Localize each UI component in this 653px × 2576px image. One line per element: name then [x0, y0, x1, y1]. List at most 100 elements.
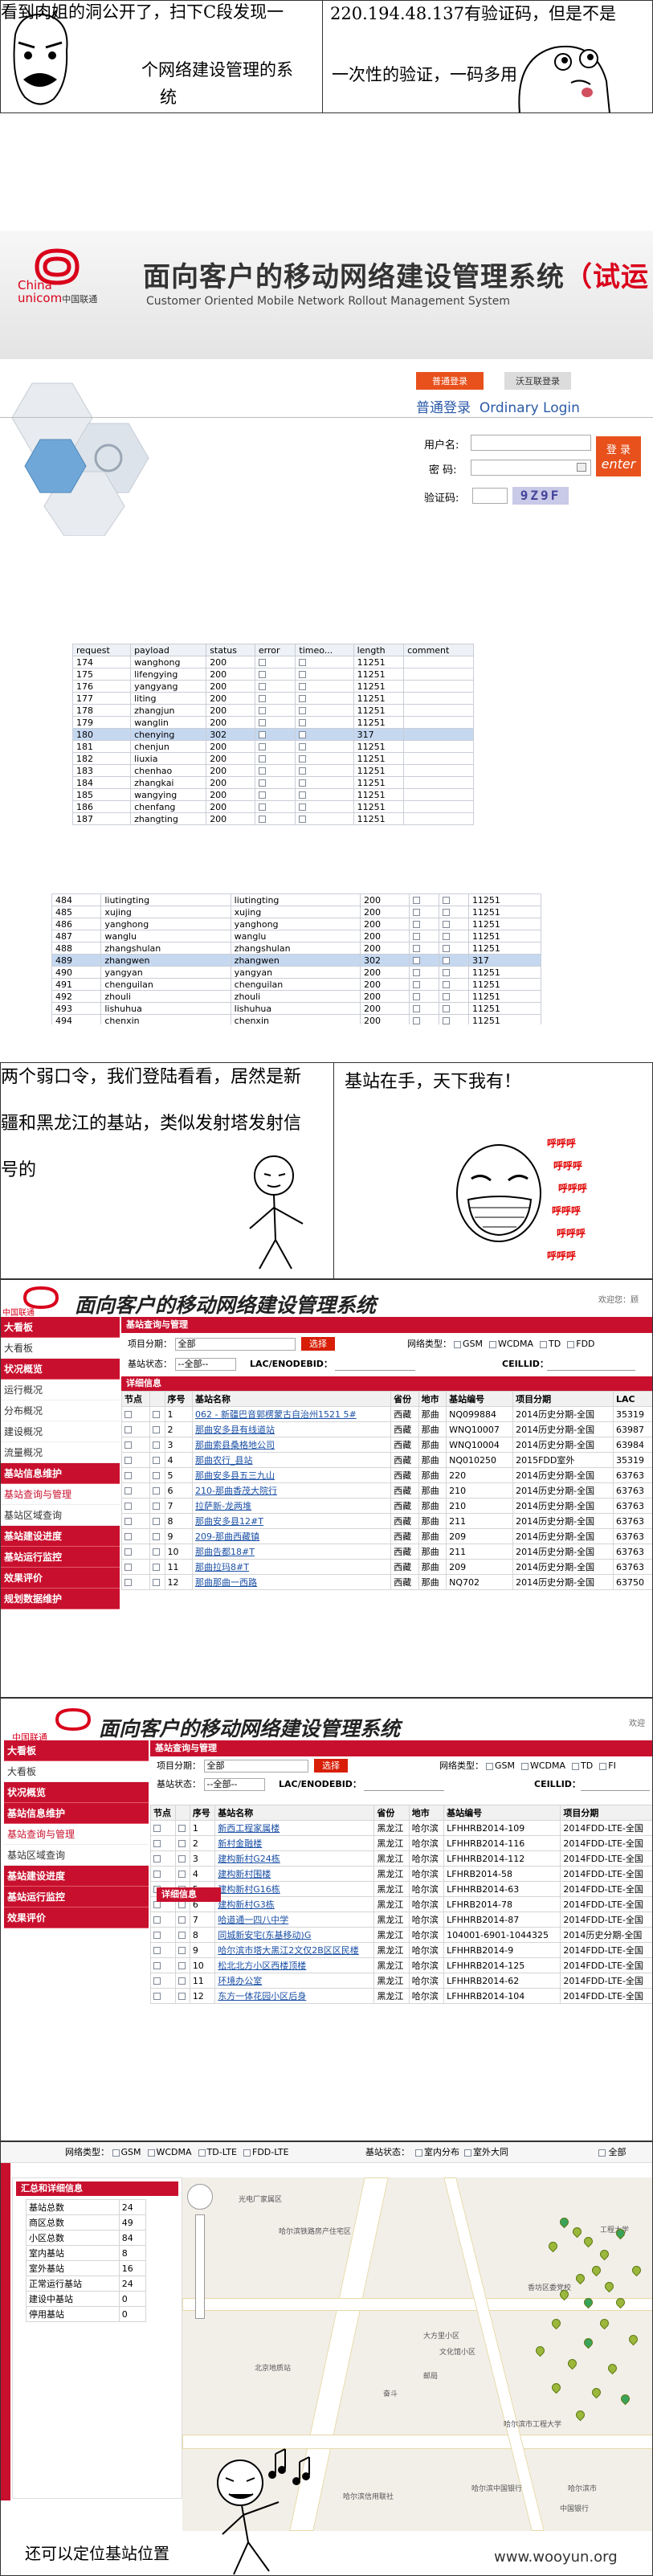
row-checkbox-cell[interactable]	[175, 1866, 190, 1882]
base-station-pin-icon[interactable]	[626, 2333, 640, 2346]
result-checkbox[interactable]	[443, 933, 451, 940]
table-row[interactable]: 181 chenjun 200 11251	[71, 740, 474, 753]
table-row[interactable]: 3 那曲索县桑格地公司 西藏 那曲 WNQ10004 2014历史分期-全国 63984	[121, 1437, 652, 1453]
result-checkbox[interactable]	[299, 719, 307, 726]
result-checkbox[interactable]	[443, 993, 451, 1000]
result-checkbox[interactable]	[299, 671, 307, 678]
expand-node[interactable]	[149, 1835, 177, 1851]
table-cell[interactable]: 新西工程家属楼	[214, 1820, 375, 1836]
tab-normal-login[interactable]: 普通登录	[416, 372, 484, 390]
sys1-select-button[interactable]: 选择	[301, 1337, 335, 1351]
sidebar-item[interactable]: 基站区域查询	[4, 1845, 149, 1866]
base-station-pin-icon[interactable]	[549, 2316, 563, 2330]
result-checkbox[interactable]	[413, 993, 421, 1000]
table-cell[interactable]: 同城新安宅(东基移动)G	[214, 1927, 375, 1943]
result-checkbox[interactable]	[413, 1005, 421, 1012]
result-checkbox[interactable]	[413, 957, 421, 964]
net-type-checkbox[interactable]	[243, 2149, 251, 2157]
row-checkbox-cell[interactable]	[175, 1957, 190, 1973]
base-station-pin-icon[interactable]	[565, 2357, 579, 2370]
result-checkbox[interactable]	[258, 707, 266, 714]
sidebar-item[interactable]: 大看板	[4, 1740, 149, 1761]
sidebar-item[interactable]: 流量概况	[1, 1442, 120, 1463]
result-checkbox[interactable]	[413, 981, 421, 988]
expand-icon[interactable]	[153, 1916, 161, 1924]
table-row[interactable]: 185 wangying 200 11251	[71, 788, 474, 801]
row-checkbox-cell[interactable]	[175, 1927, 190, 1943]
row-checkbox[interactable]	[178, 1825, 186, 1832]
result-checkbox[interactable]	[258, 767, 266, 775]
base-station-pin-icon[interactable]	[590, 2386, 603, 2399]
table-row[interactable]: 3 建构新村G24栋 黑龙江 哈尔滨 LFHHRB2014-112 2014FDD-LTE…	[149, 1850, 652, 1867]
expand-icon[interactable]	[124, 1472, 132, 1479]
row-checkbox[interactable]	[178, 1977, 186, 1985]
row-checkbox-cell[interactable]	[149, 1559, 165, 1575]
expand-icon[interactable]	[124, 1564, 132, 1571]
base-station-pin-icon[interactable]	[582, 2235, 595, 2248]
expand-node[interactable]	[149, 1973, 177, 1989]
row-checkbox[interactable]	[178, 1962, 186, 1969]
expand-node[interactable]	[149, 1912, 177, 1928]
expand-icon[interactable]	[153, 1977, 161, 1985]
row-checkbox-cell[interactable]	[149, 1421, 165, 1437]
expand-node[interactable]	[149, 1850, 177, 1867]
table-row[interactable]: 490 yangyan yangyan 200 11251	[51, 966, 542, 979]
sys2-cell-input[interactable]	[581, 1778, 650, 1791]
sidebar-item[interactable]: 基站运行监控	[1, 1547, 120, 1568]
table-row[interactable]: 187 zhangting 200 11251	[71, 812, 474, 825]
table-row[interactable]: 6 建构新村G3栋 黑龙江 哈尔滨 LFHRB2014-78 2014FDD-LTE-全国	[149, 1896, 652, 1912]
row-checkbox[interactable]	[178, 1840, 186, 1847]
base-station-pin-icon[interactable]	[549, 2381, 563, 2394]
row-checkbox[interactable]	[152, 1564, 160, 1571]
net-type-checkbox[interactable]	[454, 1340, 461, 1348]
row-checkbox[interactable]	[152, 1487, 160, 1494]
row-checkbox-cell[interactable]	[149, 1467, 165, 1483]
row-checkbox[interactable]	[178, 1855, 186, 1862]
sidebar-item[interactable]: 效果评价	[1, 1568, 120, 1589]
table-cell[interactable]: 东方一体花园小区后身	[214, 1988, 375, 2004]
table-row[interactable]: 494 chenxin chenxin 200 11251	[51, 1014, 542, 1024]
net-type-checkbox[interactable]	[198, 2149, 206, 2157]
table-row[interactable]: 1 新西工程家属楼 黑龙江 哈尔滨 LFHHRB2014-109 2014FDD-LTE-…	[149, 1820, 652, 1836]
table-cell[interactable]: 那曲索县桑格地公司	[192, 1437, 392, 1453]
sidebar-item[interactable]: 建设概况	[1, 1421, 120, 1442]
table-row[interactable]: 8 那曲安多县12#T 西藏 那曲 211 2014历史分期-全国 63763	[121, 1513, 652, 1529]
row-checkbox[interactable]	[152, 1472, 160, 1479]
result-checkbox[interactable]	[258, 683, 266, 690]
sidebar-item[interactable]: 基站信息维护	[4, 1803, 149, 1824]
base-station-pin-icon[interactable]	[590, 2263, 603, 2277]
result-checkbox[interactable]	[299, 743, 307, 750]
table-row[interactable]: 186 chenfang 200 11251	[71, 800, 474, 813]
table-row[interactable]: 174 wanghong 200 11251	[71, 656, 474, 669]
expand-node[interactable]	[121, 1559, 150, 1575]
username-input[interactable]	[471, 435, 591, 451]
sidebar-item[interactable]: 大看板	[1, 1338, 120, 1359]
expand-icon[interactable]	[124, 1441, 132, 1449]
sidebar-item[interactable]: 运行概况	[1, 1380, 120, 1400]
sidebar-item[interactable]: 基站建设进度	[4, 1866, 149, 1887]
table-row[interactable]: 492 zhouli zhouli 200 11251	[51, 990, 542, 1003]
net-type-checkbox[interactable]	[572, 1762, 580, 1770]
table-row[interactable]: 487 wanglu wanglu 200 11251	[51, 930, 542, 942]
table-cell[interactable]: 建构新村G3栋	[214, 1896, 375, 1912]
table-row[interactable]: 8 同城新安宅(东基移动)G 黑龙江 哈尔滨 104001-6901-1044325 20…	[149, 1927, 652, 1943]
result-checkbox[interactable]	[258, 671, 266, 678]
expand-node[interactable]	[121, 1467, 150, 1483]
table-row[interactable]: 180 chenying 302 317	[71, 728, 474, 741]
table-row[interactable]: 5建构新村G16栋黑龙江哈尔滨LFHHRB2014-632014FDD-LTE-…	[149, 1881, 652, 1897]
result-checkbox[interactable]	[413, 921, 421, 928]
net-type-checkbox[interactable]	[112, 2149, 120, 2157]
expand-node[interactable]	[149, 1820, 177, 1836]
row-checkbox[interactable]	[152, 1457, 160, 1464]
captcha-input[interactable]	[472, 488, 508, 504]
sidebar-item[interactable]: 基站查询与管理	[1, 1484, 120, 1505]
table-row[interactable]: 11 环境办公室 黑龙江 哈尔滨 LFHHRB2014-62 2014FDD-LTE-全国	[149, 1973, 652, 1989]
table-row[interactable]: 489 zhangwen zhangwen 302 317	[51, 954, 542, 967]
row-checkbox[interactable]	[178, 1932, 186, 1939]
row-checkbox[interactable]	[178, 1871, 186, 1878]
result-checkbox[interactable]	[413, 909, 421, 916]
row-checkbox-cell[interactable]	[175, 1835, 190, 1851]
tab-wo-login[interactable]: 沃互联登录	[504, 372, 571, 390]
expand-node[interactable]	[149, 1927, 177, 1943]
net-type-checkbox[interactable]	[567, 1340, 575, 1348]
